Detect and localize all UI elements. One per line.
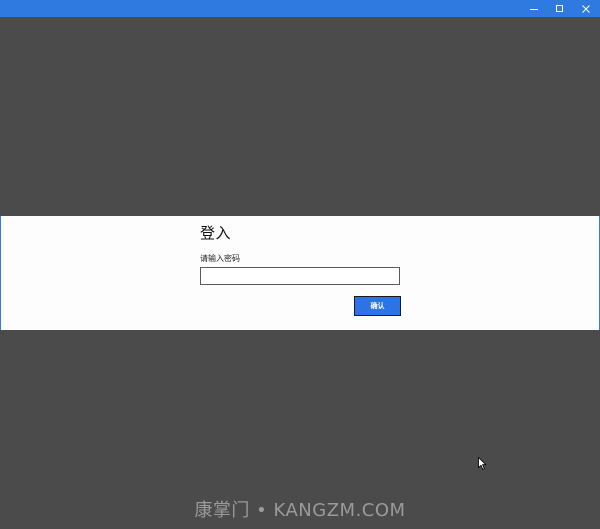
maximize-button[interactable]: [547, 0, 573, 17]
password-prompt-label: 请输入密码: [200, 254, 240, 263]
title-bar[interactable]: [0, 0, 600, 17]
login-dialog: 登入 请输入密码 确认: [0, 216, 600, 330]
mouse-cursor-icon: [478, 457, 487, 470]
modal-backdrop: [0, 17, 600, 216]
watermark-text: 康掌门 • KANGZM.COM: [194, 500, 406, 521]
password-input[interactable]: [200, 267, 400, 285]
close-button[interactable]: [573, 0, 599, 17]
minimize-button[interactable]: [521, 0, 547, 17]
close-icon: [582, 4, 590, 13]
maximize-icon: [556, 4, 563, 12]
dialog-title: 登入: [200, 224, 232, 242]
confirm-button[interactable]: 确认: [354, 296, 401, 316]
minimize-icon: [530, 8, 538, 10]
